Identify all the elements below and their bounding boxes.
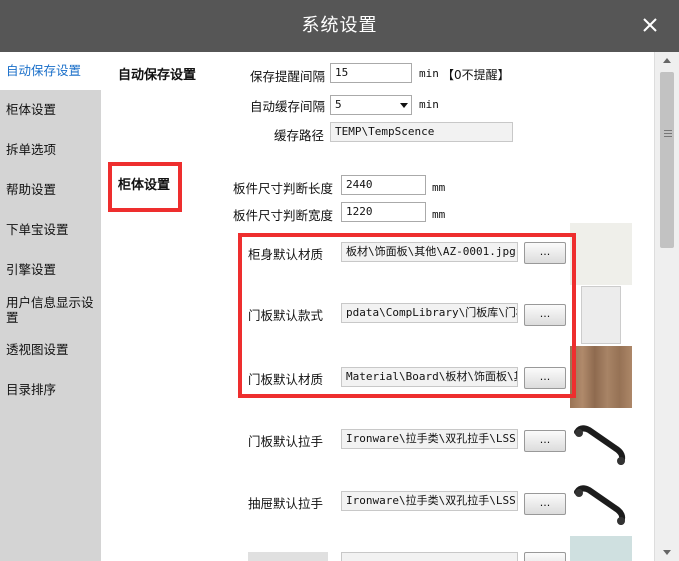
door-material-preview	[570, 346, 632, 408]
sidebar-item-label: 帮助设置	[6, 182, 57, 197]
sidebar-item-perspective[interactable]: 透视图设置	[0, 330, 101, 370]
scroll-down-icon[interactable]	[663, 550, 671, 555]
drawer-handle-path[interactable]: Ironware\拉手类\双孔拉手\LSS	[341, 491, 518, 511]
door-handle-preview	[574, 425, 626, 465]
chevron-down-icon	[400, 103, 408, 108]
cache-path-field[interactable]: TEMP\TempScence	[330, 122, 513, 142]
reminder-note: 【0不提醒】	[442, 68, 510, 82]
sidebar-item-label: 柜体设置	[6, 102, 57, 117]
sidebar-item-catalog-sort[interactable]: 目录排序	[0, 370, 101, 410]
reminder-interval-label: 保存提醒间隔	[250, 69, 326, 84]
cutoff-row-path	[341, 552, 518, 561]
sidebar-item-label: 拆单选项	[6, 142, 57, 157]
door-handle-browse-button[interactable]: ...	[524, 430, 566, 452]
scrollbar-thumb[interactable]	[660, 72, 674, 248]
panel-width-unit: mm	[432, 208, 446, 221]
sidebar-item-split-options[interactable]: 拆单选项	[0, 130, 101, 170]
close-icon[interactable]	[639, 14, 661, 36]
scroll-up-icon[interactable]	[663, 58, 671, 63]
sidebar-item-order[interactable]: 下单宝设置	[0, 210, 101, 250]
sidebar-item-label: 用户信息显示设置	[6, 295, 94, 325]
panel-width-label: 板件尺寸判断宽度	[233, 208, 334, 223]
sidebar-item-label: 自动保存设置	[6, 63, 82, 78]
sidebar-item-label: 下单宝设置	[6, 222, 69, 237]
sidebar-item-label: 透视图设置	[6, 342, 69, 357]
vertical-scrollbar[interactable]	[654, 52, 679, 561]
panel-width-input[interactable]: 1220	[341, 202, 426, 222]
section-title-cabinet: 柜体设置	[118, 178, 171, 193]
sidebar-item-label: 目录排序	[6, 382, 57, 397]
drawer-handle-preview	[574, 485, 626, 525]
drawer-handle-label: 抽屉默认拉手	[248, 496, 324, 511]
highlight-box-defaults	[238, 233, 576, 398]
sidebar-item-autosave[interactable]: 自动保存设置	[0, 52, 101, 90]
cache-unit: min	[419, 98, 439, 111]
window-title: 系统设置	[301, 15, 378, 36]
sidebar-item-user-info[interactable]: 用户信息显示设置	[0, 292, 101, 328]
cabinet-material-preview	[570, 223, 632, 285]
cutoff-row-label	[248, 552, 328, 561]
grip-line	[664, 136, 672, 137]
cache-interval-label: 自动缓存间隔	[250, 99, 326, 114]
settings-content: 自动保存设置 保存提醒间隔 15 min 【0不提醒】 自动缓存间隔 5 min…	[101, 52, 654, 561]
panel-length-label: 板件尺寸判断长度	[233, 181, 334, 196]
cutoff-row-browse-button	[524, 552, 566, 561]
sidebar-item-cabinet[interactable]: 柜体设置	[0, 90, 101, 130]
sidebar: 自动保存设置 柜体设置 拆单选项 帮助设置 下单宝设置 引擎设置 用户信息显示设…	[0, 52, 101, 561]
reminder-unit: min	[419, 67, 439, 80]
panel-length-unit: mm	[432, 181, 446, 194]
grip-line	[664, 133, 672, 134]
cache-interval-select[interactable]: 5	[330, 95, 412, 115]
section-title-autosave: 自动保存设置	[118, 68, 197, 83]
sidebar-item-help[interactable]: 帮助设置	[0, 170, 101, 210]
panel-length-input[interactable]: 2440	[341, 175, 426, 195]
sidebar-item-label: 引擎设置	[6, 262, 57, 277]
cache-path-label: 缓存路径	[274, 128, 325, 143]
glass-material-preview	[570, 536, 632, 561]
title-bar: 系统设置	[0, 0, 679, 52]
sidebar-item-engine[interactable]: 引擎设置	[0, 250, 101, 290]
drawer-handle-browse-button[interactable]: ...	[524, 493, 566, 515]
door-handle-label: 门板默认拉手	[248, 434, 324, 449]
reminder-interval-input[interactable]: 15	[330, 63, 412, 83]
cache-interval-value: 5	[335, 98, 342, 111]
grip-line	[664, 130, 672, 131]
door-handle-path[interactable]: Ironware\拉手类\双孔拉手\LSS	[341, 429, 518, 449]
door-style-preview	[581, 286, 621, 344]
